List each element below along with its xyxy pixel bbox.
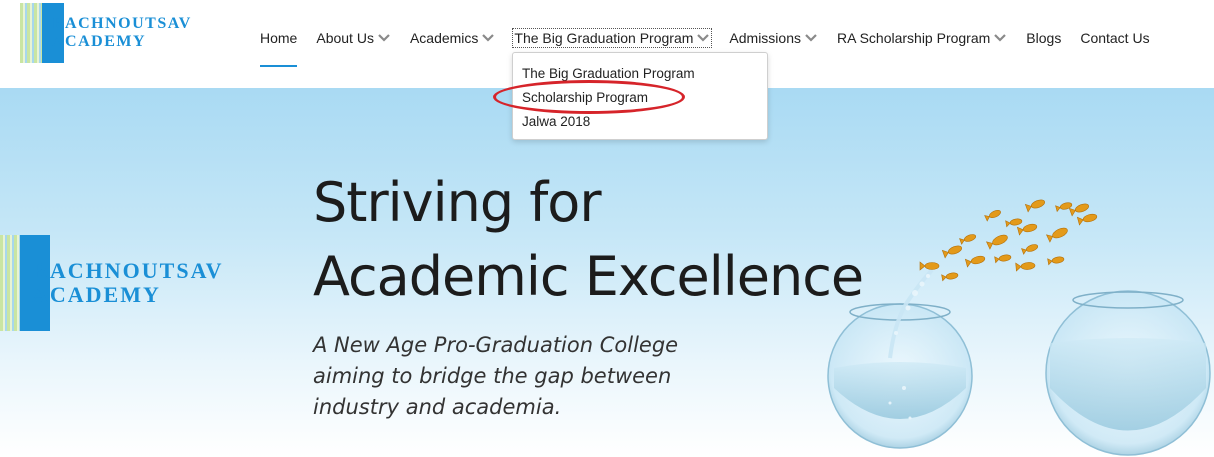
- logo-text: RACHNOUTSAV ACADEMY: [52, 15, 192, 51]
- dropdown-item-scholarship-program[interactable]: Scholarship Program: [513, 88, 767, 112]
- chevron-down-icon: [805, 34, 817, 42]
- hero-headline-line2: Academic Excellence: [313, 245, 864, 308]
- logo-line1: RACHNOUTSAV: [52, 15, 192, 32]
- hero-subline-2: aiming to bridge the gap between: [313, 364, 672, 388]
- nav-about-us-label: About Us: [316, 30, 374, 46]
- dropdown-item-big-graduation-program[interactable]: The Big Graduation Program: [513, 64, 767, 88]
- nav-blogs-label: Blogs: [1026, 30, 1062, 46]
- nav-ra-scholarship-program[interactable]: RA Scholarship Program: [837, 30, 1007, 46]
- nav-admissions-label: Admissions: [729, 30, 801, 46]
- nav-academics-label: Academics: [409, 30, 479, 46]
- big-graduation-dropdown-menu: The Big Graduation Program Scholarship P…: [512, 52, 768, 140]
- nav-big-graduation-program-label: The Big Graduation Program: [514, 30, 694, 46]
- hero-subheadline: A New Age Pro-Graduation College aiming …: [313, 330, 678, 423]
- hero-logo-line2: ACADEMY: [32, 282, 161, 307]
- nav-home-label: Home: [260, 30, 298, 46]
- fishbowl-illustration: [827, 199, 1211, 456]
- nav-academics[interactable]: Academics: [410, 30, 495, 46]
- logo-stripes: [20, 3, 44, 63]
- hero-headline: Striving for Academic Excellence: [313, 166, 864, 314]
- hero-logo-line1: RACHNOUTSAV: [32, 258, 224, 283]
- right-fishbowl: [1045, 290, 1211, 456]
- nav-blogs[interactable]: Blogs: [1026, 30, 1061, 46]
- nav-admissions[interactable]: Admissions: [729, 30, 818, 46]
- dropdown-item-jalwa-2018[interactable]: Jalwa 2018: [513, 112, 767, 136]
- goldfish-group: [919, 199, 1098, 282]
- chevron-down-icon: [697, 34, 710, 42]
- chevron-down-icon: [378, 34, 390, 42]
- hero-banner: RACHNOUTSAV ACADEMY Striving for Academi…: [0, 88, 1214, 457]
- hero-logo: RACHNOUTSAV ACADEMY: [0, 235, 260, 331]
- hero-headline-line1: Striving for: [313, 171, 602, 234]
- hero-subline-3: industry and academia.: [313, 395, 562, 419]
- logo-line2: ACADEMY: [52, 33, 147, 50]
- site-logo[interactable]: RACHNOUTSAV ACADEMY: [20, 3, 190, 63]
- nav-contact-us[interactable]: Contact Us: [1080, 30, 1149, 46]
- nav-about-us[interactable]: About Us: [316, 30, 391, 46]
- nav-contact-us-label: Contact Us: [1080, 30, 1150, 46]
- hero-logo-stripes: [0, 235, 22, 331]
- hero-subline-1: A New Age Pro-Graduation College: [313, 333, 679, 357]
- nav-big-graduation-program[interactable]: The Big Graduation Program: [512, 28, 713, 48]
- nav-home[interactable]: Home: [260, 30, 298, 67]
- main-nav: Home About Us Academics The Big Graduati…: [260, 28, 1169, 67]
- nav-ra-scholarship-program-label: RA Scholarship Program: [837, 30, 991, 46]
- chevron-down-icon: [482, 34, 495, 42]
- hero-logo-text: RACHNOUTSAV ACADEMY: [32, 259, 224, 307]
- chevron-down-icon: [994, 34, 1007, 42]
- left-fishbowl: [827, 266, 973, 449]
